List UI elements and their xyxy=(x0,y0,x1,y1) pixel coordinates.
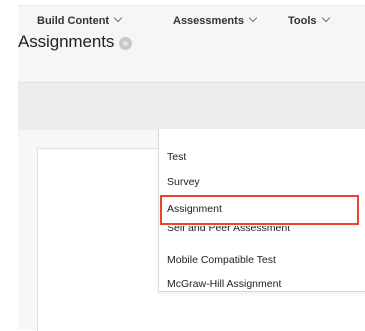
chevron-down-icon xyxy=(321,13,330,23)
menu-item-mcgraw-hill-assignment[interactable]: McGraw-Hill Assignment xyxy=(167,278,281,290)
tools-menu-button[interactable]: Tools xyxy=(288,13,330,27)
help-icon[interactable] xyxy=(119,36,133,50)
menu-item-test[interactable]: Test xyxy=(167,151,186,163)
build-content-menu-button[interactable]: Build Content xyxy=(37,13,123,27)
page-title-text: Assignments xyxy=(18,32,115,51)
menu-item-mobile-compatible-test[interactable]: Mobile Compatible Test xyxy=(167,254,276,266)
action-toolbar xyxy=(18,82,365,131)
page-title: Assignments xyxy=(18,32,133,52)
build-content-label: Build Content xyxy=(37,15,110,27)
assessments-label: Assessments xyxy=(173,15,244,27)
chevron-down-icon xyxy=(113,13,123,23)
tools-label: Tools xyxy=(288,15,317,27)
menu-item-self-and-peer-assessment[interactable]: Self and Peer Assessment xyxy=(167,226,290,234)
menu-item-survey[interactable]: Survey xyxy=(167,176,200,188)
self-and-peer-label: Self and Peer Assessment xyxy=(167,226,291,234)
chevron-down-icon xyxy=(248,13,258,23)
assignment-highlight-box xyxy=(160,195,359,225)
assessments-menu-button[interactable]: Assessments xyxy=(173,13,258,27)
